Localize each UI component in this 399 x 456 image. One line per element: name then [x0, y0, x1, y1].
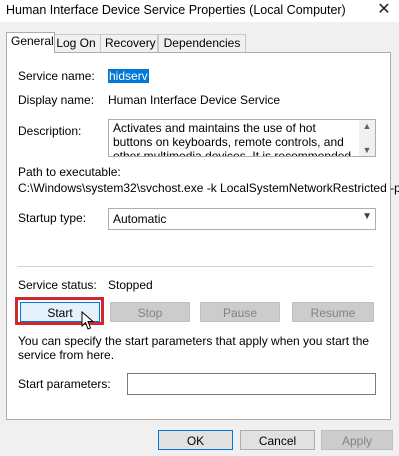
apply-button[interactable]: Apply [321, 430, 393, 450]
scroll-down-icon[interactable]: ▼ [359, 144, 375, 156]
service-status-value: Stopped [108, 278, 153, 292]
start-parameters-hint: You can specify the start parameters tha… [18, 334, 370, 362]
chevron-down-icon: ▼ [362, 211, 372, 222]
title-bar: Human Interface Device Service Propertie… [0, 0, 399, 22]
description-box[interactable]: Activates and maintains the use of hot b… [108, 119, 376, 157]
path-value: C:\Windows\system32\svchost.exe -k Local… [18, 181, 399, 195]
description-scrollbar[interactable]: ▲ ▼ [359, 120, 375, 156]
close-icon[interactable]: ✕ [369, 0, 399, 22]
start-parameters-label: Start parameters: [18, 377, 111, 391]
stop-button[interactable]: Stop [110, 302, 190, 322]
display-name-label: Display name: [18, 93, 95, 107]
ok-button[interactable]: OK [158, 430, 233, 450]
description-label: Description: [18, 124, 82, 138]
tab-general[interactable]: General [6, 32, 55, 53]
startup-type-value: Automatic [113, 212, 167, 226]
resume-button[interactable]: Resume [292, 302, 374, 322]
separator [17, 266, 373, 267]
service-name-value[interactable]: hidserv [108, 69, 149, 83]
tab-log-on[interactable]: Log On [51, 34, 101, 52]
pause-button[interactable]: Pause [200, 302, 280, 322]
scroll-up-icon[interactable]: ▲ [359, 120, 375, 132]
path-label: Path to executable: [18, 165, 121, 179]
general-panel: Service name: hidserv Display name: Huma… [6, 52, 399, 420]
start-parameters-input[interactable] [127, 373, 376, 395]
service-status-label: Service status: [18, 278, 97, 292]
description-text: Activates and maintains the use of hot b… [113, 121, 352, 157]
cancel-button[interactable]: Cancel [240, 430, 315, 450]
startup-type-label: Startup type: [18, 211, 87, 225]
window-title: Human Interface Device Service Propertie… [6, 3, 346, 17]
startup-type-select[interactable]: Automatic ▼ [108, 208, 376, 230]
tab-dependencies[interactable]: Dependencies [158, 34, 246, 52]
service-name-selected[interactable]: hidserv [108, 69, 149, 83]
tab-recovery[interactable]: Recovery [100, 34, 158, 52]
display-name-value: Human Interface Device Service [108, 93, 281, 107]
service-name-label: Service name: [18, 69, 95, 83]
mouse-pointer-icon [81, 311, 95, 330]
